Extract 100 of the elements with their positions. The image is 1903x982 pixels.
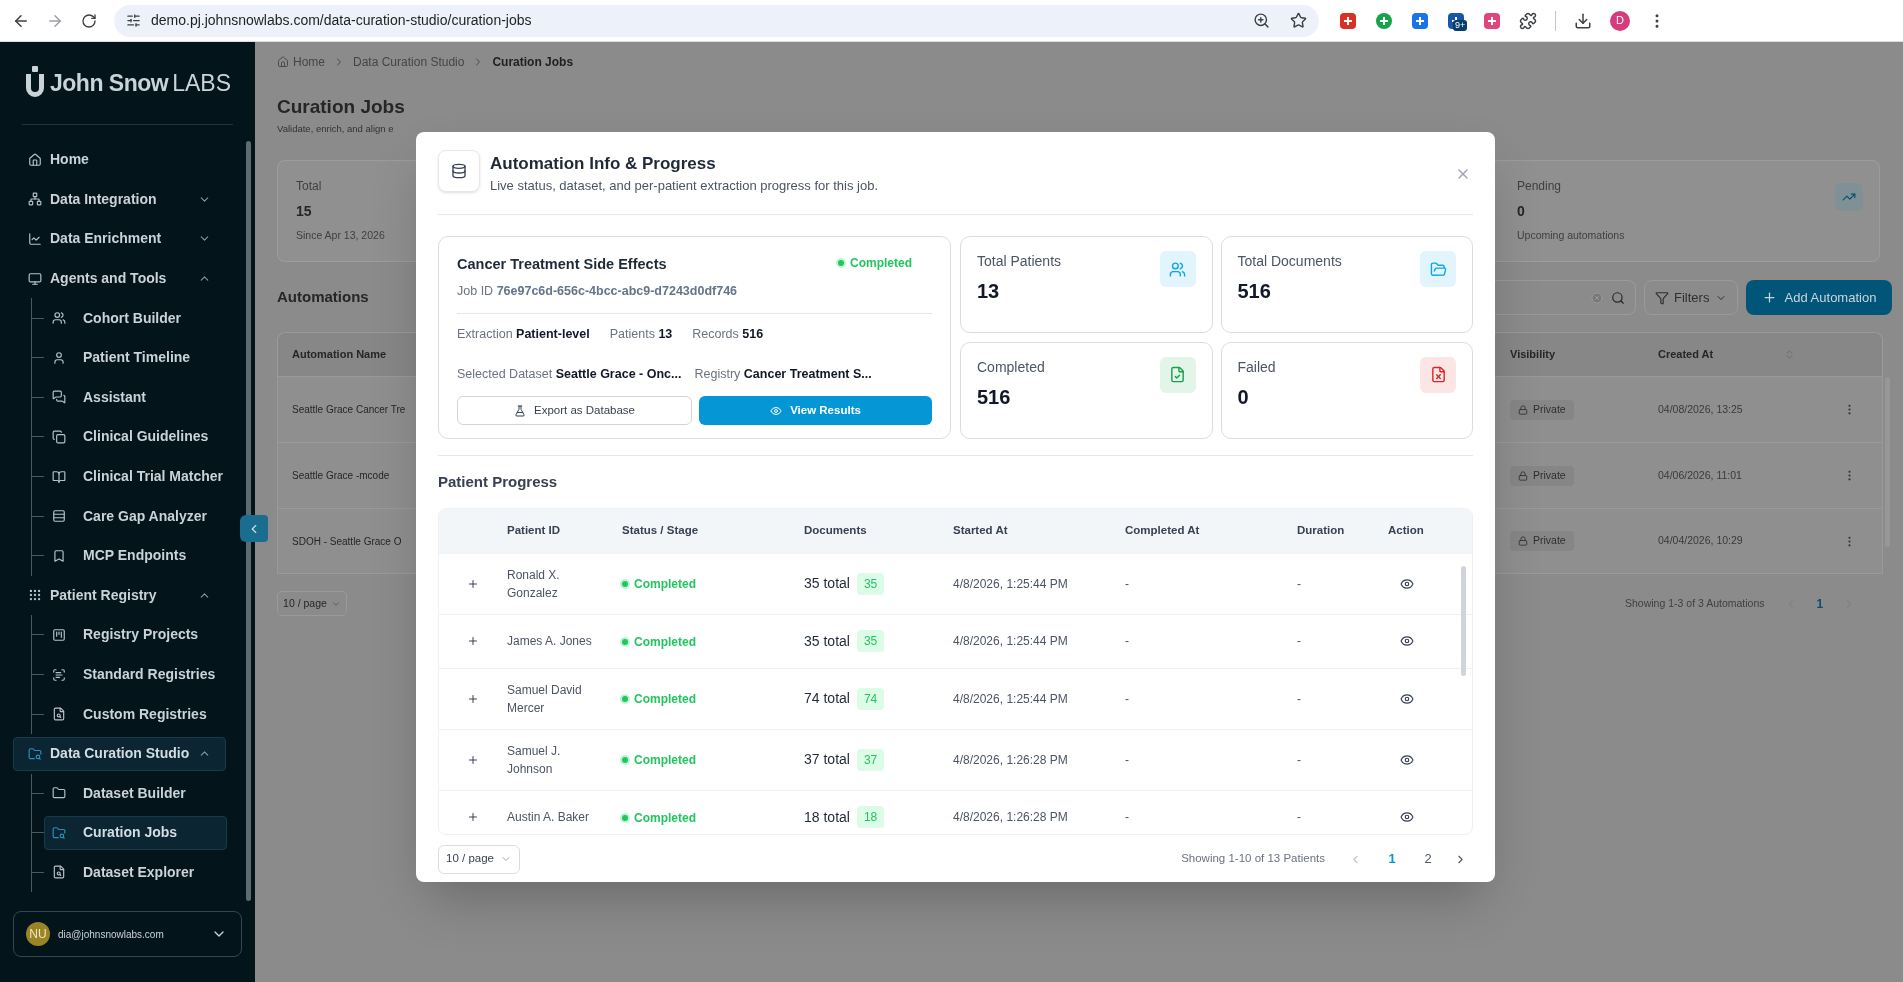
expand-row-button[interactable]	[466, 810, 480, 824]
collapse-button[interactable]	[240, 515, 268, 542]
section-heading: Automations	[277, 287, 369, 308]
view-icon[interactable]	[1400, 691, 1414, 706]
zoom-icon[interactable]	[1253, 12, 1270, 29]
eye-icon	[770, 404, 783, 417]
brand-suffix: LABS	[172, 68, 231, 98]
nav-item[interactable]: Cohort Builder	[44, 301, 227, 336]
document-count: 37	[856, 748, 885, 771]
table-cell-text: 4/8/2026, 1:25:44 PM	[953, 575, 1069, 593]
chat-icon	[52, 390, 66, 405]
add-automation-button[interactable]: Add Automation	[1746, 280, 1892, 315]
table-cell-text: -	[1297, 575, 1302, 593]
table-cell-text: -	[1297, 751, 1302, 769]
copy-icon	[52, 429, 66, 444]
user-email: dia@johnsnowlabs.com	[58, 927, 165, 942]
nav-item[interactable]: Custom Registries	[44, 697, 227, 732]
job-id: Job ID 76e97c6d-656c-4bcc-abc9-d7243d0df746	[457, 282, 739, 300]
nav-item[interactable]: Standard Registries	[44, 657, 227, 692]
view-icon[interactable]	[1400, 576, 1414, 591]
detail-field: Patients 13	[609, 324, 673, 344]
detail-field: Extraction Patient-level	[457, 324, 590, 344]
nav-item[interactable]: Dataset Explorer	[44, 855, 227, 890]
nav-item[interactable]: Home	[13, 142, 226, 177]
nav-item[interactable]: Care Gap Analyzer	[44, 499, 227, 534]
grip-icon	[28, 588, 42, 603]
table-cell-text: SDOH - Seattle Grace O	[292, 534, 402, 549]
table-cell-text: 4/8/2026, 1:26:28 PM	[953, 809, 1069, 826]
view-icon[interactable]	[1400, 810, 1414, 824]
metric-label: Total Patients	[977, 252, 1063, 271]
user-menu[interactable]: NU dia@johnsnowlabs.com	[13, 911, 242, 958]
users-icon	[52, 311, 66, 326]
address-bar[interactable]: demo.pj.johnsnowlabs.com/data-curation-studio/curation-jobs	[114, 4, 1319, 37]
bookmark-star-icon[interactable]	[1290, 12, 1307, 29]
export-button[interactable]: Export as Database	[457, 396, 692, 425]
column-header: Automation Name	[292, 347, 387, 363]
stat-label: Total	[296, 178, 323, 195]
status-label: Completed	[622, 632, 696, 651]
filters-button[interactable]: Filters	[1644, 280, 1738, 315]
brand-name: John Snow	[50, 68, 169, 98]
page-button[interactable]: 2	[1418, 849, 1438, 869]
database-icon	[438, 150, 480, 192]
file-search-icon	[52, 865, 66, 880]
puzzle-icon[interactable]	[1519, 11, 1537, 30]
table-cell-text: -	[1125, 751, 1130, 769]
stat-note: Since Apr 13, 2026	[296, 228, 386, 243]
nav-item[interactable]: Patient Registry	[13, 578, 226, 613]
nav-item[interactable]: Clinical Guidelines	[44, 419, 227, 454]
nav-item[interactable]: Assistant	[44, 380, 227, 415]
nav-item[interactable]: Data Curation Studio	[13, 736, 226, 771]
profile-avatar[interactable]: D	[1610, 10, 1630, 31]
folder-search-icon	[28, 746, 42, 761]
table-cell-text: -	[1125, 575, 1130, 593]
download-icon[interactable]	[1574, 11, 1592, 30]
filter-icon	[1655, 290, 1669, 305]
nav-item[interactable]: Registry Projects	[44, 617, 227, 652]
column-header: Created At	[1658, 347, 1715, 363]
page-size-select[interactable]: 10 / page	[438, 844, 520, 874]
scan-icon	[52, 667, 66, 682]
pagination-summary: Showing 1-10 of 13 Patients	[1181, 851, 1325, 867]
search-field[interactable]	[1495, 280, 1636, 315]
detail-field: Records 516	[692, 324, 764, 344]
page-size-select[interactable]: 10 / page	[277, 591, 347, 616]
nav-item[interactable]: Dataset Builder	[44, 776, 227, 811]
rows-icon	[52, 509, 66, 524]
metric-value: 516	[977, 384, 1012, 410]
extension-icon[interactable]	[1339, 11, 1357, 30]
nav-item[interactable]: Agents and Tools	[13, 261, 226, 296]
column-header: Completed At	[1125, 523, 1201, 539]
view-icon[interactable]	[1400, 752, 1414, 767]
nav-item[interactable]: Clinical Trial Matcher	[44, 459, 227, 494]
nav-item[interactable]: Curation Jobs	[44, 815, 227, 850]
column-header: Action	[1388, 523, 1425, 539]
dialog-subtitle: Live status, dataset, and per-patient extraction progress for this job.	[490, 177, 879, 195]
stat-value: 15	[296, 202, 313, 221]
nav-item[interactable]: MCP Endpoints	[44, 538, 227, 573]
chart-icon	[28, 232, 42, 246]
metric-label: Total Documents	[1237, 252, 1343, 271]
view-icon[interactable]	[1400, 634, 1414, 648]
folder-icon	[52, 786, 66, 801]
column-header: Visibility	[1510, 347, 1557, 363]
document-count: 35	[856, 630, 885, 652]
plus-icon	[467, 811, 479, 823]
nav-item[interactable]: Patient Timeline	[44, 340, 227, 375]
nav-item[interactable]: Data Enrichment	[13, 222, 226, 256]
column-header: Documents	[804, 523, 868, 539]
file-search-icon	[52, 707, 66, 722]
expand-row-button[interactable]	[466, 634, 480, 648]
url-text: demo.pj.johnsnowlabs.com/data-curation-studio/curation-jobs	[151, 11, 532, 30]
document-count: 35	[856, 572, 885, 595]
folder-search-icon	[52, 825, 66, 840]
column-header: Duration	[1297, 523, 1346, 539]
bookmark-icon	[52, 548, 66, 563]
table-cell-text: 4/8/2026, 1:25:44 PM	[953, 690, 1069, 708]
table-cell-text: -	[1125, 633, 1130, 650]
lock-icon	[1518, 470, 1528, 481]
nav-item[interactable]: Data Integration	[13, 182, 226, 217]
site-settings-icon[interactable]	[126, 13, 141, 28]
dialog-title: Automation Info & Progress	[490, 153, 717, 175]
table-cell-text: -	[1297, 690, 1302, 708]
